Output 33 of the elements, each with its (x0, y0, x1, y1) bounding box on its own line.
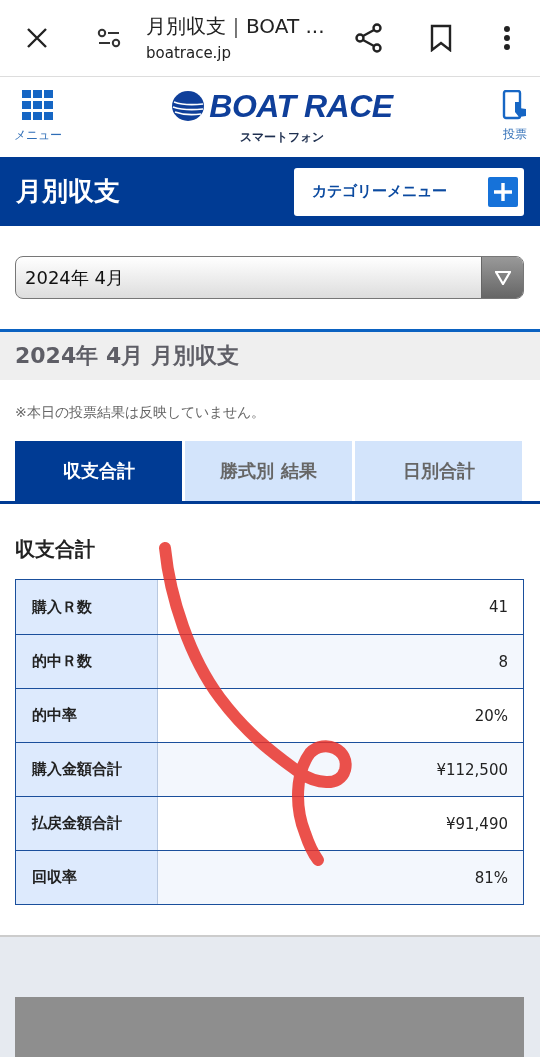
table-title: 収支合計 (15, 536, 96, 563)
row-label-cell: 回収率 (16, 851, 158, 904)
row-label-cell: 払戻金額合計 (16, 797, 158, 850)
phone-tap-icon (502, 90, 528, 121)
category-menu-button[interactable]: カテゴリーメニュー (294, 167, 524, 216)
menu-button[interactable]: メニュー (14, 89, 62, 144)
row-label-cell: 購入金額合計 (16, 743, 158, 796)
logo-subtitle: スマートフォン (240, 128, 324, 146)
share-icon (355, 22, 383, 53)
tab[interactable]: 日別合計 (355, 441, 522, 501)
logo-mark-icon (171, 90, 206, 123)
tab[interactable]: 勝式別 結果 (185, 441, 352, 501)
page-title: 月別収支｜BOAT ... (146, 13, 326, 41)
page-heading: 月別収支 (16, 175, 120, 209)
tab[interactable]: 収支合計 (15, 441, 182, 501)
grid-icon (22, 89, 54, 121)
notice-text: ※本日の投票結果は反映していません。 (15, 404, 266, 423)
section-title: 2024年 4月 月別収支 (15, 342, 239, 371)
sliders-icon (97, 27, 121, 48)
value-cell: 81% (158, 851, 523, 904)
url-text: boatrace.jp (146, 44, 233, 63)
month-dropdown[interactable]: 2024年 4月 (15, 256, 524, 299)
value-cell: 8 (158, 635, 523, 688)
row-label-cell: 購入Ｒ数 (16, 580, 158, 634)
close-icon (26, 26, 48, 49)
dropdown-arrow-icon (494, 270, 511, 285)
logo-text: BOAT RACE (209, 87, 393, 125)
row-label-cell: 的中率 (16, 689, 158, 742)
more-icon (503, 24, 511, 51)
row-label-cell: 的中Ｒ数 (16, 635, 158, 688)
vote-button[interactable]: 投票 (502, 90, 528, 144)
bookmark-icon (430, 23, 452, 52)
plus-icon (488, 176, 518, 207)
